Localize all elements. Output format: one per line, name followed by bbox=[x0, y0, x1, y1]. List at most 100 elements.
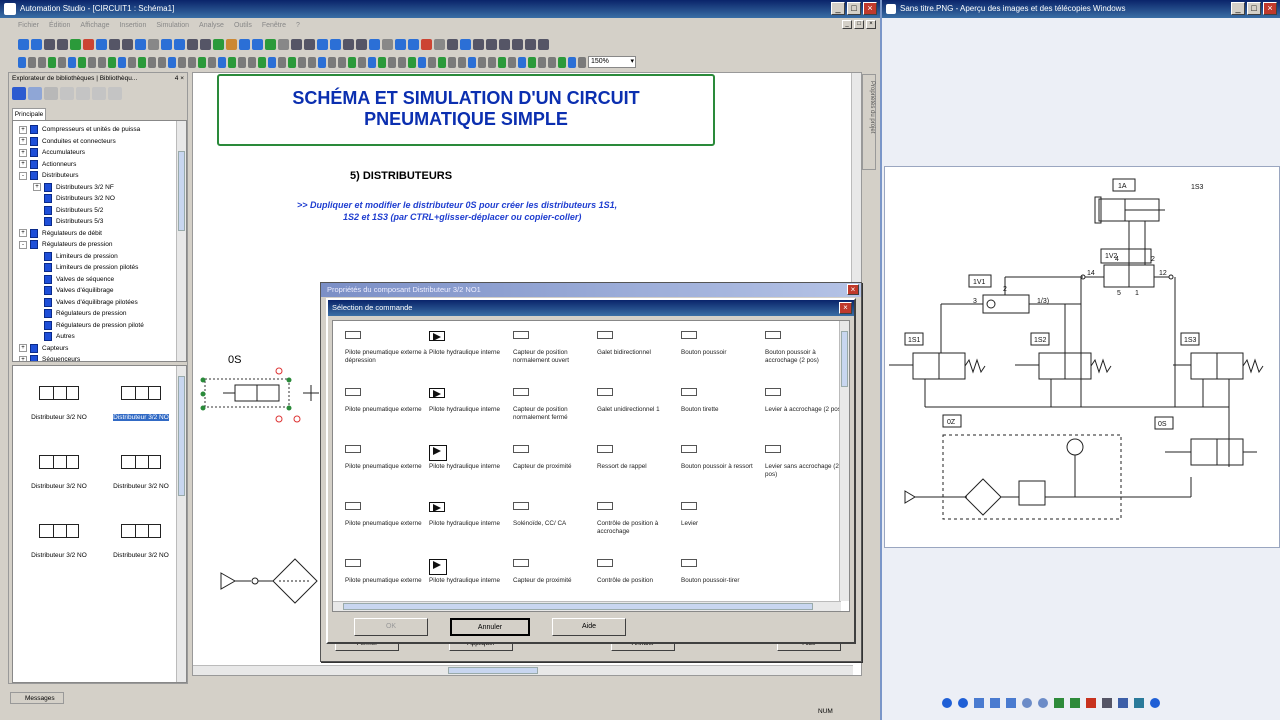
library-symbol[interactable]: Distributeur 3/2 NO bbox=[101, 524, 181, 559]
tree-item[interactable]: + Régulateurs de débit bbox=[19, 228, 186, 240]
toolbar-button-icon[interactable] bbox=[508, 56, 516, 68]
toolbar-button-icon[interactable] bbox=[369, 38, 380, 50]
toolbar-button-icon[interactable] bbox=[239, 38, 250, 50]
command-option[interactable]: Pilote hydraulique interne bbox=[429, 559, 511, 585]
zoom-out-icon[interactable] bbox=[1038, 698, 1048, 708]
toolbar-button-icon[interactable] bbox=[278, 38, 289, 50]
library-symbol[interactable]: Distributeur 3/2 NO bbox=[19, 455, 99, 490]
print-icon[interactable] bbox=[1102, 698, 1112, 708]
tree-item[interactable]: Limiteurs de pression bbox=[19, 251, 186, 263]
doc-restore-button[interactable]: □ bbox=[854, 20, 864, 29]
library-home-icon[interactable] bbox=[12, 87, 26, 100]
toolbar-button-icon[interactable] bbox=[248, 56, 256, 68]
cmd-help-button[interactable]: Aide bbox=[552, 618, 626, 636]
toolbar-button-icon[interactable] bbox=[317, 38, 328, 50]
toolbar-button-icon[interactable] bbox=[338, 56, 346, 68]
menu-item[interactable]: Simulation bbox=[156, 22, 189, 29]
toolbar-button-icon[interactable] bbox=[96, 38, 107, 50]
command-option[interactable]: Pilote pneumatique externe bbox=[345, 445, 427, 471]
viewer-maximize-button[interactable]: □ bbox=[1247, 2, 1261, 15]
rotate-counterclockwise-icon[interactable] bbox=[1070, 698, 1080, 708]
slideshow-icon[interactable] bbox=[1006, 698, 1016, 708]
open-with-icon[interactable] bbox=[1134, 698, 1144, 708]
toolbar-button-icon[interactable] bbox=[148, 56, 156, 68]
tree-item[interactable]: - Régulateurs de pression bbox=[19, 239, 186, 251]
tree-item[interactable]: Valves de séquence bbox=[19, 274, 186, 286]
command-option[interactable]: Ressort de rappel bbox=[597, 445, 679, 471]
tree-item[interactable]: + Distributeurs 3/2 NF bbox=[19, 182, 186, 194]
menu-item[interactable]: ? bbox=[296, 22, 300, 29]
best-fit-icon[interactable] bbox=[974, 698, 984, 708]
tree-item[interactable]: + Séquenceurs bbox=[19, 354, 186, 361]
toolbar-button-icon[interactable] bbox=[18, 38, 29, 50]
toolbar-button-icon[interactable] bbox=[31, 38, 42, 50]
toolbar-button-icon[interactable] bbox=[478, 56, 486, 68]
toolbar-button-icon[interactable] bbox=[434, 38, 445, 50]
toolbar-button-icon[interactable] bbox=[188, 56, 196, 68]
toolbar-button-icon[interactable] bbox=[18, 56, 26, 68]
next-image-icon[interactable] bbox=[958, 698, 968, 708]
expand-icon[interactable]: + bbox=[19, 160, 27, 169]
tree-item[interactable]: + Actionneurs bbox=[19, 159, 186, 171]
command-option[interactable]: Levier à accrochage (2 pos) bbox=[765, 388, 847, 414]
toolbar-button-icon[interactable] bbox=[83, 38, 94, 50]
doc-close-button[interactable]: × bbox=[866, 20, 876, 29]
toolbar-button-icon[interactable] bbox=[174, 38, 185, 50]
toolbar-button-icon[interactable] bbox=[291, 38, 302, 50]
toolbar-button-icon[interactable] bbox=[408, 38, 419, 50]
library-symbol[interactable]: Distributeur 3/2 NO bbox=[101, 455, 181, 490]
command-option[interactable]: Capteur de position normalement fermé bbox=[513, 388, 595, 421]
toolbar-button-icon[interactable] bbox=[578, 56, 586, 68]
cmd-vscroll[interactable] bbox=[839, 321, 849, 601]
toolbar-button-icon[interactable] bbox=[308, 56, 316, 68]
menu-item[interactable]: Édition bbox=[49, 22, 70, 29]
toolbar-button-icon[interactable] bbox=[538, 38, 549, 50]
menu-item[interactable]: Fenêtre bbox=[262, 22, 286, 29]
toolbar-button-icon[interactable] bbox=[228, 56, 236, 68]
toolbar-button-icon[interactable] bbox=[168, 56, 176, 68]
save-icon[interactable] bbox=[1118, 698, 1128, 708]
toolbar-button-icon[interactable] bbox=[468, 56, 476, 68]
toolbar-button-icon[interactable] bbox=[238, 56, 246, 68]
toolbar-button-icon[interactable] bbox=[208, 56, 216, 68]
command-option[interactable]: Pilote hydraulique interne bbox=[429, 445, 511, 471]
expand-icon[interactable]: + bbox=[19, 344, 27, 353]
command-option[interactable]: Pilote hydraulique interne bbox=[429, 388, 511, 414]
toolbar-button-icon[interactable] bbox=[198, 56, 206, 68]
tree-item[interactable]: + Compresseurs et unités de puissa bbox=[19, 124, 186, 136]
library-refresh-icon[interactable] bbox=[92, 87, 106, 100]
command-option[interactable]: Bouton poussoir à ressort bbox=[681, 445, 763, 471]
toolbar-button-icon[interactable] bbox=[187, 38, 198, 50]
toolbar-button-icon[interactable] bbox=[525, 38, 536, 50]
toolbar-button-icon[interactable] bbox=[48, 56, 56, 68]
toolbar-button-icon[interactable] bbox=[548, 56, 556, 68]
expand-icon[interactable]: + bbox=[33, 183, 41, 192]
tree-item[interactable]: Régulateurs de pression piloté bbox=[19, 320, 186, 332]
command-option[interactable]: Capteur de proximité bbox=[513, 559, 595, 585]
toolbar-button-icon[interactable] bbox=[78, 56, 86, 68]
tree-item[interactable]: Valves d'équilibrage bbox=[19, 285, 186, 297]
tree-item[interactable]: Autres bbox=[19, 331, 186, 343]
toolbar-button-icon[interactable] bbox=[388, 56, 396, 68]
toolbar-button-icon[interactable] bbox=[438, 56, 446, 68]
collapse-icon[interactable]: - bbox=[19, 171, 27, 180]
menu-item[interactable]: Outils bbox=[234, 22, 252, 29]
command-option[interactable]: Solénoïde, CC/ CA bbox=[513, 502, 595, 528]
toolbar-button-icon[interactable] bbox=[348, 56, 356, 68]
tree-item[interactable]: Distributeurs 3/2 NO bbox=[19, 193, 186, 205]
library-up-icon[interactable] bbox=[60, 87, 74, 100]
canvas-hscroll[interactable] bbox=[193, 665, 853, 675]
toolbar-button-icon[interactable] bbox=[448, 56, 456, 68]
toolbar-button-icon[interactable] bbox=[498, 56, 506, 68]
zoom-select[interactable]: 150% ▾ bbox=[588, 56, 636, 68]
command-option[interactable]: Capteur de position normalement ouvert bbox=[513, 331, 595, 364]
maximize-button[interactable]: □ bbox=[847, 2, 861, 15]
viewer-minimize-button[interactable]: _ bbox=[1231, 2, 1245, 15]
messages-tab[interactable]: Messages bbox=[10, 692, 64, 704]
library-symbol[interactable]: Distributeur 3/2 NO bbox=[101, 386, 181, 421]
command-option[interactable]: Pilote pneumatique externe bbox=[345, 559, 427, 585]
toolbar-button-icon[interactable] bbox=[486, 38, 497, 50]
expand-icon[interactable]: + bbox=[19, 229, 27, 238]
library-lock-icon[interactable] bbox=[108, 87, 122, 100]
command-option[interactable]: Contrôle de position bbox=[597, 559, 679, 585]
